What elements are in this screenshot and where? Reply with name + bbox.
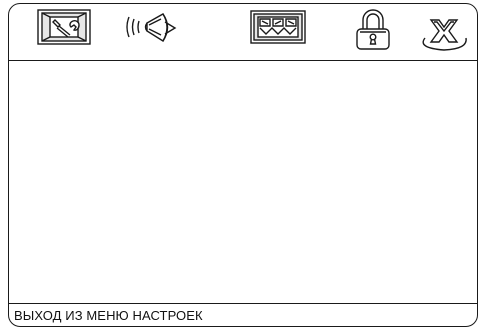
setup-menu-screen: ВЫХОД ИЗ МЕНЮ НАСТРОЕК: [8, 3, 478, 327]
status-bar: ВЫХОД ИЗ МЕНЮ НАСТРОЕК: [9, 303, 477, 326]
exit-icon[interactable]: [419, 12, 469, 54]
lock-icon[interactable]: [354, 9, 392, 53]
menu-content-area: [9, 61, 477, 304]
audio-icon[interactable]: [125, 10, 183, 48]
video-icon[interactable]: [250, 10, 306, 44]
status-text: ВЫХОД ИЗ МЕНЮ НАСТРОЕК: [14, 308, 203, 323]
menu-toolbar: [9, 4, 477, 61]
setup-icon[interactable]: [37, 9, 91, 45]
